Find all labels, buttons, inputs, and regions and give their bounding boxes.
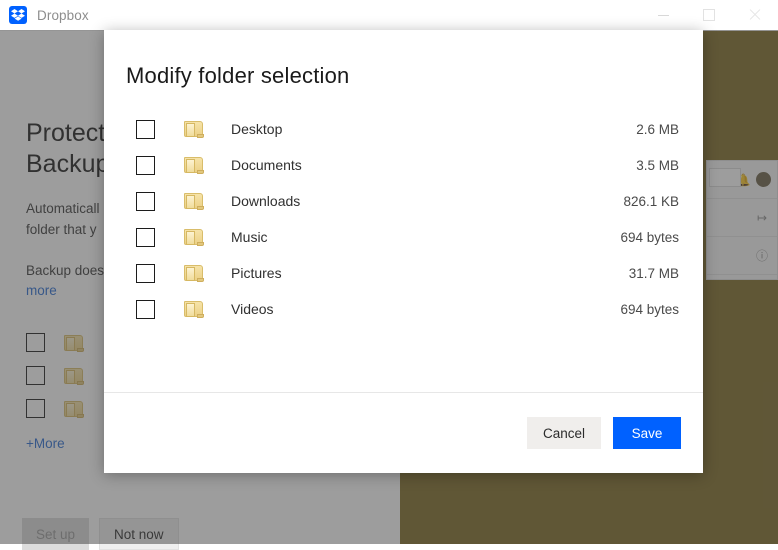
dialog-title: Modify folder selection	[126, 63, 703, 89]
folder-icon	[183, 299, 205, 319]
dialog-footer: Cancel Save	[104, 393, 703, 473]
folder-row-pictures[interactable]: Pictures 31.7 MB	[104, 255, 703, 291]
folder-size: 3.5 MB	[636, 158, 679, 173]
folder-checkbox-pictures[interactable]	[136, 264, 155, 283]
folder-icon	[183, 227, 205, 247]
modify-folder-selection-dialog: Modify folder selection Desktop 2.6 MB D…	[104, 30, 703, 473]
folder-icon	[183, 263, 205, 283]
folder-checkbox-desktop[interactable]	[136, 120, 155, 139]
folder-name: Desktop	[231, 121, 636, 137]
folder-size: 694 bytes	[620, 302, 679, 317]
folder-name: Documents	[231, 157, 636, 173]
window-title: Dropbox	[37, 8, 89, 23]
folder-icon	[183, 119, 205, 139]
folder-size: 2.6 MB	[636, 122, 679, 137]
folder-icon	[183, 191, 205, 211]
folder-row-music[interactable]: Music 694 bytes	[104, 219, 703, 255]
folder-checkbox-videos[interactable]	[136, 300, 155, 319]
maximize-icon[interactable]	[686, 1, 732, 30]
folder-checkbox-downloads[interactable]	[136, 192, 155, 211]
folder-name: Pictures	[231, 265, 629, 281]
close-icon[interactable]	[732, 1, 778, 30]
dropbox-logo-icon	[9, 6, 27, 24]
folder-selection-list: Desktop 2.6 MB Documents 3.5 MB Download…	[104, 111, 703, 392]
window-titlebar: Dropbox	[0, 0, 778, 31]
cancel-button[interactable]: Cancel	[527, 417, 601, 449]
save-button[interactable]: Save	[613, 417, 681, 449]
folder-row-videos[interactable]: Videos 694 bytes	[104, 291, 703, 327]
folder-checkbox-documents[interactable]	[136, 156, 155, 175]
folder-icon	[183, 155, 205, 175]
minimize-icon[interactable]	[640, 1, 686, 30]
folder-name: Downloads	[231, 193, 623, 209]
folder-row-documents[interactable]: Documents 3.5 MB	[104, 147, 703, 183]
folder-row-downloads[interactable]: Downloads 826.1 KB	[104, 183, 703, 219]
folder-size: 31.7 MB	[629, 266, 679, 281]
folder-checkbox-music[interactable]	[136, 228, 155, 247]
folder-size: 826.1 KB	[623, 194, 679, 209]
folder-row-desktop[interactable]: Desktop 2.6 MB	[104, 111, 703, 147]
folder-name: Music	[231, 229, 620, 245]
folder-size: 694 bytes	[620, 230, 679, 245]
folder-name: Videos	[231, 301, 620, 317]
